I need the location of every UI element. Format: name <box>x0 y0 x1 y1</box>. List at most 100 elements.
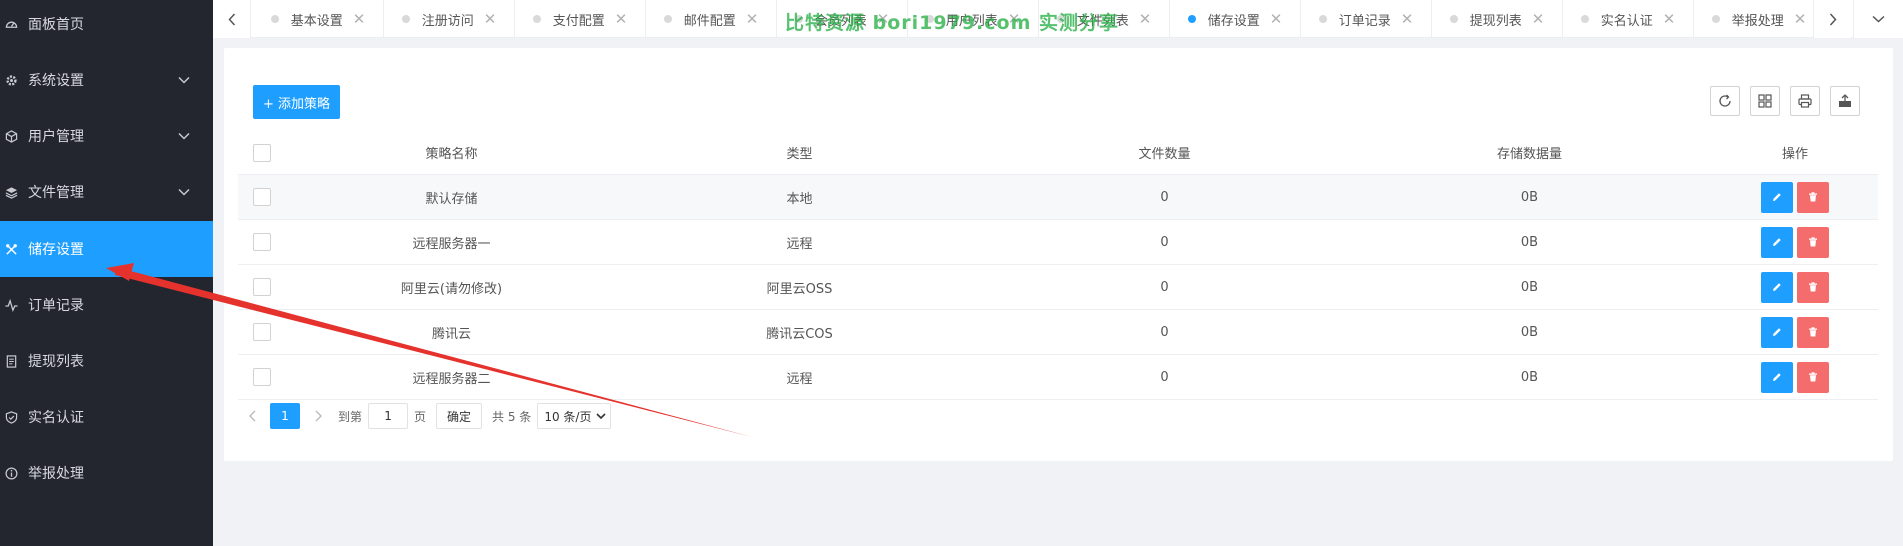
sidebar-item-system-settings[interactable]: 系统设置 <box>0 52 213 108</box>
table-row: 阿里云(请勿修改) 阿里云OSS 0 0B <box>238 265 1878 310</box>
policy-type: 阿里云OSS <box>766 281 833 297</box>
delete-button[interactable] <box>1797 361 1829 393</box>
tab-report-handling[interactable]: 举报处理 ✕ <box>1694 0 1808 38</box>
activity-icon <box>4 298 18 312</box>
tab-scroll-left-button[interactable] <box>213 0 251 38</box>
sidebar-item-report-handling[interactable]: 举报处理 <box>0 445 213 501</box>
row-checkbox[interactable] <box>253 368 271 386</box>
edit-button[interactable] <box>1761 226 1793 258</box>
policy-name: 默认存储 <box>425 191 478 207</box>
row-checkbox[interactable] <box>253 278 271 296</box>
tab-label: 储存设置 <box>1207 13 1260 29</box>
delete-button[interactable] <box>1797 226 1829 258</box>
tab-dot <box>663 15 672 23</box>
tab-label: 文件列表 <box>1076 13 1129 29</box>
info-icon <box>4 466 18 480</box>
sidebar-item-storage-settings[interactable]: 储存设置 <box>0 221 213 277</box>
policy-name: 腾讯云 <box>431 326 471 342</box>
tab-label: 订单记录 <box>1338 13 1391 29</box>
row-checkbox-cell <box>238 175 286 219</box>
sidebar-item-real-name-auth[interactable]: 实名认证 <box>0 389 213 445</box>
row-actions <box>1712 355 1878 399</box>
tab-order-records[interactable]: 订单记录 ✕ <box>1301 0 1432 38</box>
close-icon[interactable]: ✕ <box>877 11 890 27</box>
columns-filter-button[interactable] <box>1750 86 1780 116</box>
tab-dot <box>1187 15 1196 23</box>
trash-icon <box>1809 237 1817 247</box>
tab-payment-config[interactable]: 支付配置 ✕ <box>515 0 646 38</box>
tab-register-access[interactable]: 注册访问 ✕ <box>384 0 515 38</box>
goto-page-input[interactable]: 1 <box>368 403 409 429</box>
row-checkbox[interactable] <box>253 233 271 251</box>
export-icon <box>1839 94 1851 107</box>
prev-page-button[interactable] <box>238 402 266 430</box>
trash-icon <box>1809 282 1817 292</box>
pagination: 1 到第 1 页 确定 共 5 条 10 条/页 <box>238 401 612 431</box>
chevron-down-icon <box>177 185 191 199</box>
tab-member-list[interactable]: 会员列表 ✕ <box>777 0 908 38</box>
sidebar-item-withdraw-list[interactable]: 提现列表 <box>0 333 213 389</box>
row-actions <box>1712 175 1878 219</box>
tab-scroll-right-button[interactable] <box>1813 0 1851 38</box>
page-number-current[interactable]: 1 <box>270 403 300 429</box>
sidebar-item-dashboard[interactable]: 面板首页 <box>0 0 213 52</box>
edit-button[interactable] <box>1761 271 1793 303</box>
sidebar-item-file-management[interactable]: 文件管理 <box>0 164 213 220</box>
close-icon[interactable]: ✕ <box>1532 11 1545 27</box>
close-icon[interactable]: ✕ <box>484 11 497 27</box>
sidebar: 面板首页 系统设置 用户管理 文件管理 储存设置 订单记录 提现列表 实名认证 … <box>0 0 213 546</box>
storage-size: 0B <box>1520 279 1539 295</box>
next-page-button[interactable] <box>304 402 332 430</box>
tab-menu-button[interactable] <box>1853 0 1903 38</box>
close-icon[interactable]: ✕ <box>1794 11 1807 27</box>
select-all-checkbox[interactable] <box>253 143 271 162</box>
row-checkbox[interactable] <box>253 323 271 341</box>
sidebar-item-label: 储存设置 <box>28 242 84 258</box>
row-checkbox-cell <box>238 265 286 309</box>
add-policy-button[interactable]: + 添加策略 <box>253 85 340 119</box>
close-icon[interactable]: ✕ <box>1270 11 1283 27</box>
tab-user-list[interactable]: 用户列表 ✕ <box>908 0 1039 38</box>
refresh-button[interactable] <box>1710 86 1740 116</box>
storage-size: 0B <box>1520 369 1539 385</box>
close-icon[interactable]: ✕ <box>1401 11 1414 27</box>
dashboard-icon <box>4 17 18 31</box>
close-icon[interactable]: ✕ <box>1008 11 1021 27</box>
edit-button[interactable] <box>1761 181 1793 213</box>
goto-confirm-button[interactable]: 确定 <box>436 403 483 429</box>
storage-policy-table: 策略名称 类型 文件数量 存储数据量 操作 默认存储 本地 0 0B 远程服务器… <box>238 131 1878 400</box>
tab-file-list[interactable]: 文件列表 ✕ <box>1039 0 1170 38</box>
delete-button[interactable] <box>1797 316 1829 348</box>
sidebar-item-user-management[interactable]: 用户管理 <box>0 108 213 164</box>
page-size-select[interactable]: 10 条/页 <box>537 403 612 429</box>
tab-basic-settings[interactable]: 基本设置 ✕ <box>253 0 384 38</box>
file-count: 0 <box>1160 234 1169 250</box>
row-checkbox[interactable] <box>253 188 271 206</box>
tab-withdraw-list[interactable]: 提现列表 ✕ <box>1432 0 1563 38</box>
tab-storage-settings[interactable]: 储存设置 ✕ <box>1170 0 1301 38</box>
shield-icon <box>4 410 18 424</box>
table-row: 远程服务器一 远程 0 0B <box>238 220 1878 265</box>
chevron-right-icon <box>1829 12 1837 26</box>
chevron-down-icon <box>596 413 606 419</box>
close-icon[interactable]: ✕ <box>746 11 759 27</box>
tab-label: 提现列表 <box>1469 13 1522 29</box>
tab-dot <box>532 15 541 23</box>
trash-icon <box>1809 372 1817 382</box>
tab-real-name-auth[interactable]: 实名认证 ✕ <box>1563 0 1694 38</box>
close-icon[interactable]: ✕ <box>1139 11 1152 27</box>
chevron-down-icon <box>177 129 191 143</box>
tab-list: 基本设置 ✕ 注册访问 ✕ 支付配置 ✕ 邮件配置 ✕ 会员列表 ✕ 用户列表 ✕ 文件列表… <box>253 0 1808 38</box>
export-button[interactable] <box>1830 86 1860 116</box>
close-icon[interactable]: ✕ <box>1663 11 1676 27</box>
close-icon[interactable]: ✕ <box>353 11 366 27</box>
close-icon[interactable]: ✕ <box>615 11 628 27</box>
edit-button[interactable] <box>1761 361 1793 393</box>
delete-button[interactable] <box>1797 271 1829 303</box>
tab-label: 用户列表 <box>945 13 998 29</box>
delete-button[interactable] <box>1797 181 1829 213</box>
sidebar-item-order-records[interactable]: 订单记录 <box>0 277 213 333</box>
print-button[interactable] <box>1790 86 1820 116</box>
edit-button[interactable] <box>1761 316 1793 348</box>
tab-mail-config[interactable]: 邮件配置 ✕ <box>646 0 777 38</box>
